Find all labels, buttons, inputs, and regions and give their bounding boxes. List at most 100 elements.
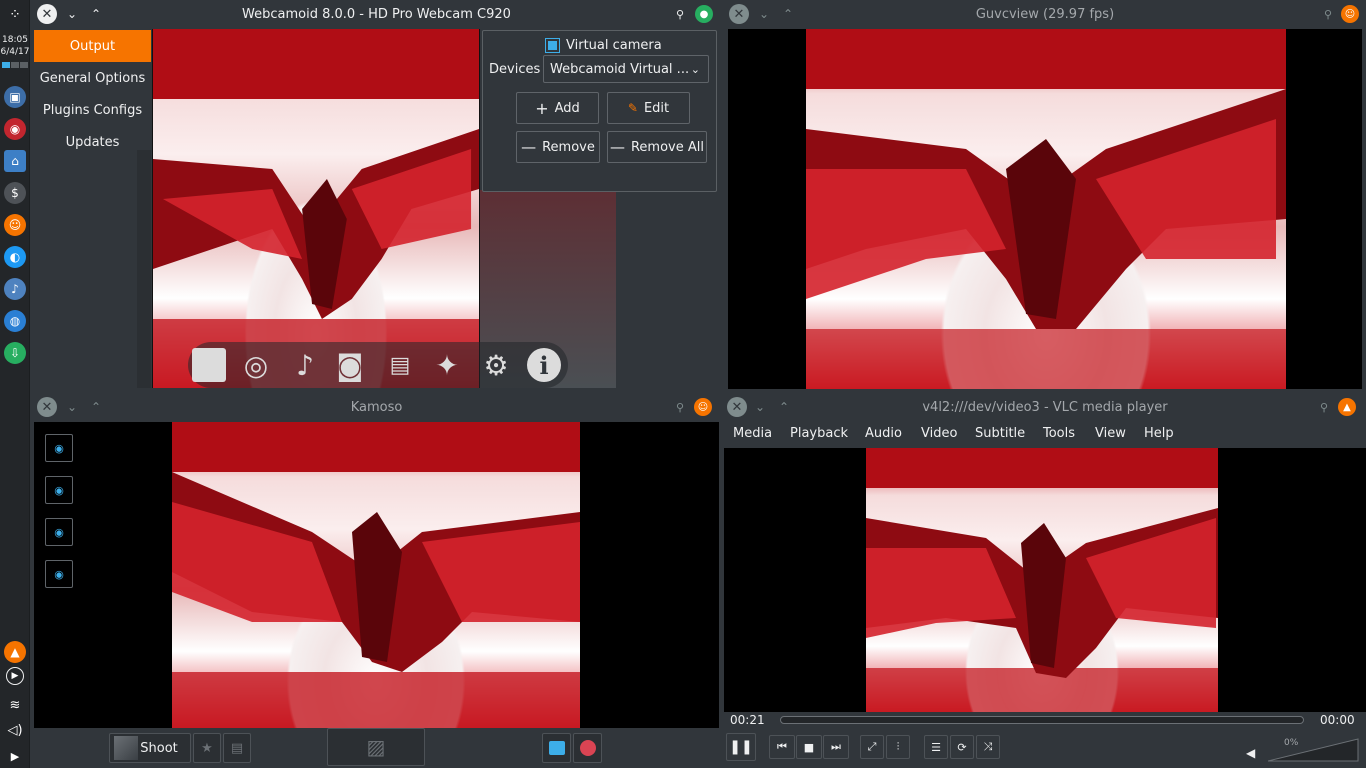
vlc-titlebar[interactable]: ✕ ⌄ ⌃ v4l2:///dev/video3 - VLC media pla…: [724, 393, 1366, 421]
open-folder-button[interactable]: [542, 733, 571, 763]
video-mode-button[interactable]: ▤: [223, 733, 251, 763]
burst-mode-button[interactable]: ★: [193, 733, 221, 763]
launcher-icon[interactable]: ⁘: [4, 4, 26, 26]
close-icon[interactable]: ✕: [727, 397, 747, 417]
webcamoid-titlebar[interactable]: ✕ ⌄ ⌃ Webcamoid 8.0.0 - HD Pro Webcam C9…: [32, 0, 721, 28]
globe-icon[interactable]: ◍: [4, 310, 26, 332]
kamoso-video-preview: [172, 422, 580, 728]
close-icon[interactable]: ✕: [37, 397, 57, 417]
maximize-icon[interactable]: ⌃: [86, 4, 106, 24]
fullscreen-icon: ⤢: [867, 740, 877, 753]
close-icon[interactable]: ✕: [729, 4, 749, 24]
menu-video[interactable]: Video: [921, 426, 957, 441]
close-icon[interactable]: ✕: [37, 4, 57, 24]
seek-slider[interactable]: [780, 716, 1304, 724]
webcam-icon: ◉: [54, 525, 64, 539]
shuffle-icon: ⤨: [983, 740, 993, 753]
edit-button[interactable]: ✎ Edit: [607, 92, 690, 124]
vlc-icon[interactable]: ▲: [4, 641, 26, 663]
shoot-button[interactable]: Shoot: [109, 733, 191, 763]
menu-help[interactable]: Help: [1144, 426, 1174, 441]
menu-audio[interactable]: Audio: [865, 426, 902, 441]
minus-icon: —: [521, 138, 537, 156]
browser-icon[interactable]: ◐: [4, 246, 26, 268]
menu-tools[interactable]: Tools: [1043, 426, 1075, 441]
menu-playback[interactable]: Playback: [790, 426, 848, 441]
fullscreen-button[interactable]: ⤢: [860, 735, 884, 759]
webcam-select-button-4[interactable]: ◉: [45, 560, 73, 588]
remove-all-button[interactable]: — Remove All: [607, 131, 707, 163]
folder-icon: [548, 741, 565, 755]
sidebar-item-output[interactable]: Output: [34, 30, 151, 62]
stop-icon[interactable]: [190, 346, 228, 384]
webcam-select-button-1[interactable]: ◉: [45, 434, 73, 462]
webcamoid-icon[interactable]: ☺: [4, 214, 26, 236]
virtual-camera-checkbox[interactable]: [545, 38, 560, 53]
webcam-select-button-2[interactable]: ◉: [45, 476, 73, 504]
maximize-icon[interactable]: ⌃: [774, 397, 794, 417]
maximize-icon[interactable]: ⌃: [778, 4, 798, 24]
music-player-icon[interactable]: ♪: [4, 278, 26, 300]
clock[interactable]: 18:05 6/4/17: [0, 34, 30, 58]
window-title: Kamoso: [350, 399, 403, 415]
webcam-select-button-3[interactable]: ◉: [45, 518, 73, 546]
maximize-icon[interactable]: ⌃: [86, 397, 106, 417]
webcam-icon[interactable]: ◎: [237, 346, 275, 384]
pin-icon[interactable]: ⚲: [670, 4, 690, 24]
wifi-icon[interactable]: ≋: [4, 694, 26, 716]
video-record-icon[interactable]: ▤: [381, 346, 419, 384]
kamoso-titlebar[interactable]: ✕ ⌄ ⌃ Kamoso ⚲ ☺: [32, 393, 721, 421]
shuffle-button[interactable]: ⤨: [976, 735, 1000, 759]
system-settings-icon[interactable]: ▣: [4, 86, 26, 108]
webcamoid-video-preview: [152, 29, 480, 388]
menu-subtitle[interactable]: Subtitle: [975, 426, 1025, 441]
chevron-down-icon: ⌄: [690, 62, 700, 76]
bird-image: [153, 29, 479, 388]
volume-icon[interactable]: ◁): [4, 719, 26, 741]
pause-button[interactable]: ❚❚: [726, 733, 756, 761]
extended-settings-button[interactable]: ⫶: [886, 735, 910, 759]
camera-app-icon[interactable]: ◉: [4, 118, 26, 140]
sidebar-item-updates[interactable]: Updates: [34, 126, 151, 158]
pager[interactable]: [2, 62, 28, 68]
menu-view[interactable]: View: [1095, 426, 1126, 441]
minimize-icon[interactable]: ⌄: [750, 397, 770, 417]
pin-icon[interactable]: ⚲: [1318, 4, 1338, 24]
home-folder-icon[interactable]: ⌂: [4, 150, 26, 172]
menu-media[interactable]: Media: [733, 426, 772, 441]
equalizer-icon: ⫶: [896, 740, 900, 753]
remove-button[interactable]: — Remove: [516, 131, 600, 163]
mute-icon[interactable]: ◀: [1246, 746, 1255, 760]
playlist-button[interactable]: ☰: [924, 735, 948, 759]
settings-gear-icon[interactable]: ⚙: [477, 346, 515, 384]
pin-icon[interactable]: ⚲: [670, 397, 690, 417]
loop-button[interactable]: ⟳: [950, 735, 974, 759]
add-button[interactable]: + Add: [516, 92, 599, 124]
volume-slider[interactable]: [1268, 738, 1360, 762]
minimize-icon[interactable]: ⌄: [754, 4, 774, 24]
gallery-button[interactable]: ▨: [327, 728, 425, 766]
effects-wand-icon[interactable]: ✦: [428, 346, 466, 384]
info-icon[interactable]: i: [525, 346, 563, 384]
download-icon[interactable]: ⇩: [4, 342, 26, 364]
webcam-icon: ◉: [54, 483, 64, 497]
guvcview-titlebar[interactable]: ✕ ⌄ ⌃ Guvcview (29.97 fps) ⚲ ☺: [724, 0, 1366, 28]
sidebar-item-plugins-configs[interactable]: Plugins Configs: [34, 94, 151, 126]
shoot-mode-icon: [114, 736, 138, 760]
add-button-label: Add: [554, 100, 580, 116]
effects-button[interactable]: [573, 733, 602, 763]
expand-tray-icon[interactable]: ▶: [4, 745, 26, 767]
terminal-icon[interactable]: $: [4, 182, 26, 204]
minimize-icon[interactable]: ⌄: [62, 4, 82, 24]
next-button[interactable]: ⏭: [823, 735, 849, 759]
devices-select[interactable]: Webcamoid Virtual ... ⌄: [543, 55, 709, 83]
stop-button[interactable]: ■: [796, 735, 822, 759]
camera-icon[interactable]: ◙: [331, 346, 369, 384]
minimize-icon[interactable]: ⌄: [62, 397, 82, 417]
media-play-icon[interactable]: ▶: [6, 667, 24, 685]
sidebar-item-general-options[interactable]: General Options: [34, 62, 151, 94]
pin-icon[interactable]: ⚲: [1314, 397, 1334, 417]
sidebar-item-label: Updates: [65, 134, 120, 150]
audio-icon[interactable]: ♪: [286, 346, 324, 384]
previous-button[interactable]: ⏮: [769, 735, 795, 759]
